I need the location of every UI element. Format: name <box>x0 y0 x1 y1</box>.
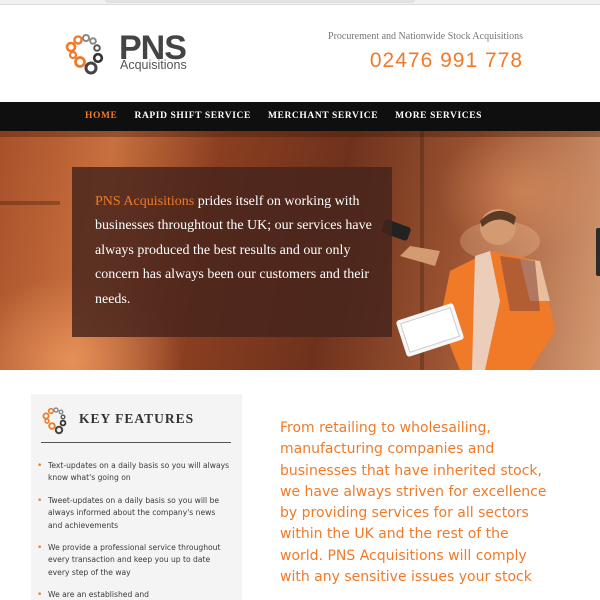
feature-item: We provide a professional service throug… <box>36 542 231 579</box>
hero-accent[interactable]: PNS Acquisitions <box>95 194 194 209</box>
nav-item-rapid-shift-service[interactable]: RAPID SHIFT SERVICE <box>134 102 250 131</box>
hero-text: PNS Acquisitions prides itself on workin… <box>95 190 380 312</box>
side-widget-tab[interactable] <box>596 228 600 276</box>
key-features-panel: KEY FEATURES Text-updates on a daily bas… <box>31 394 242 600</box>
features-list: Text-updates on a daily basis so you wil… <box>36 460 231 600</box>
intro-paragraph: From retailing to wholesailing, manufact… <box>280 420 547 586</box>
nav-item-merchant-service[interactable]: MERCHANT SERVICE <box>268 102 378 131</box>
nav-item-more-services[interactable]: MORE SERVICES <box>395 102 482 131</box>
hero-body: prides itself on working with businesses… <box>95 194 372 307</box>
browser-tab[interactable] <box>105 0 415 3</box>
hero-shelf <box>0 201 60 205</box>
phone-number[interactable]: 02476 991 778 <box>370 49 523 73</box>
features-title: KEY FEATURES <box>79 411 195 426</box>
features-divider <box>41 442 231 443</box>
hero-message-box: PNS Acquisitions prides itself on workin… <box>72 167 392 337</box>
logo[interactable]: PNS Acquisitions <box>63 29 193 85</box>
logo-gear-icon <box>65 34 104 75</box>
warehouse-worker-image <box>381 209 555 370</box>
tagline: Procurement and Nationwide Stock Acquisi… <box>328 31 523 42</box>
feature-item: We are an established and <box>36 589 231 600</box>
feature-item: Text-updates on a daily basis so you wil… <box>36 460 231 485</box>
feature-item: Tweet-updates on a daily basis so you wi… <box>36 495 231 532</box>
site-header: PNS Acquisitions Procurement and Nationw… <box>0 5 600 102</box>
nav-item-home[interactable]: HOME <box>85 102 117 131</box>
hero-banner: PNS Acquisitions prides itself on workin… <box>0 131 600 370</box>
hero-shelf <box>0 131 600 137</box>
logo-subtitle: Acquisitions <box>120 58 187 72</box>
features-gear-icon <box>42 407 67 435</box>
main-nav: HOME RAPID SHIFT SERVICE MERCHANT SERVIC… <box>0 102 600 131</box>
